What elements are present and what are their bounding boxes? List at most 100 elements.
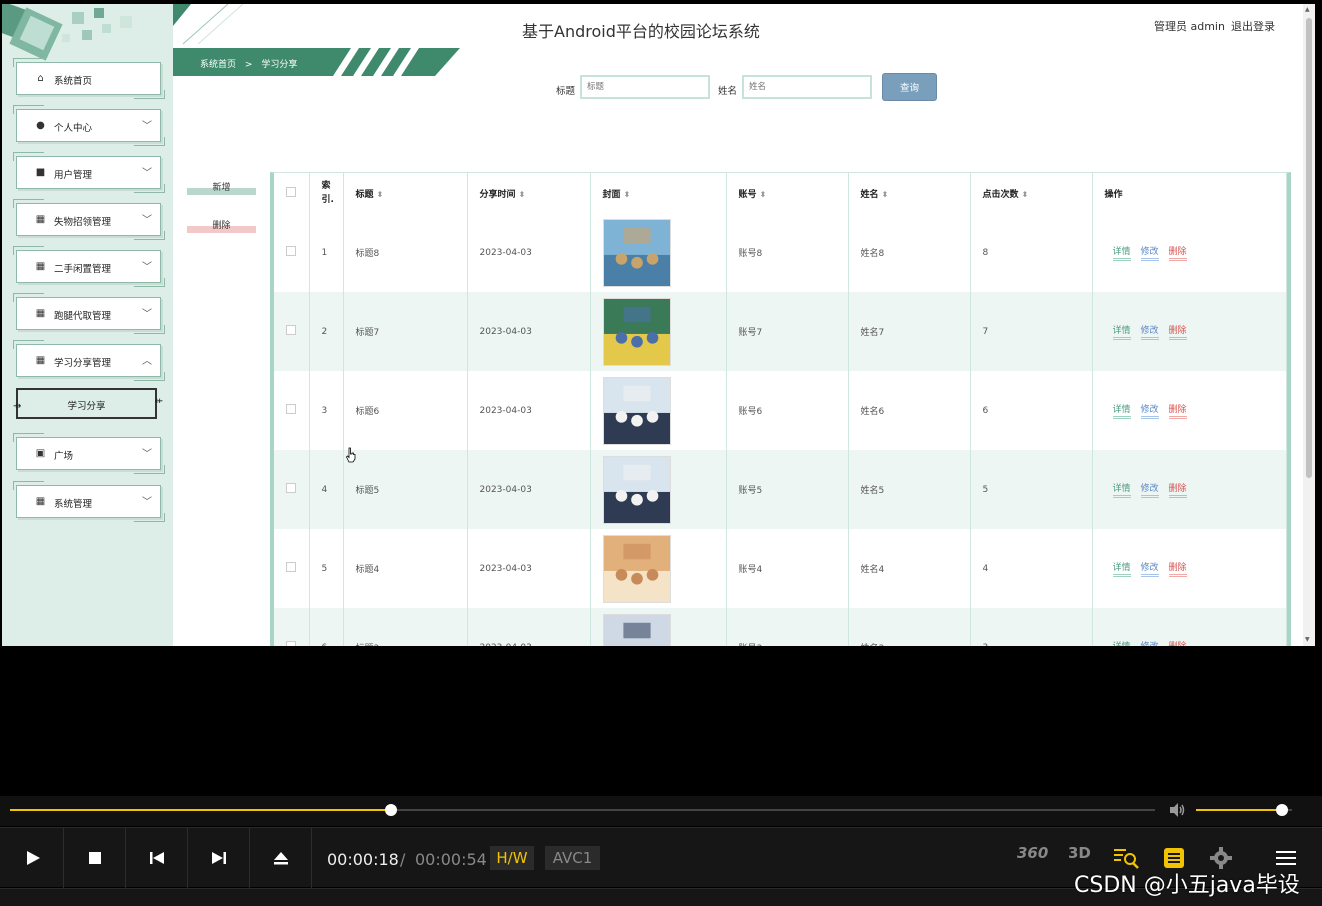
- search-button[interactable]: 查询: [882, 73, 937, 101]
- scroll-thumb[interactable]: [1306, 18, 1312, 478]
- detail-link[interactable]: 详情: [1112, 244, 1131, 261]
- volume-icon[interactable]: [1168, 802, 1186, 818]
- cover-image[interactable]: [602, 534, 671, 603]
- sort-icon[interactable]: ⬍: [760, 190, 767, 199]
- cover-image[interactable]: [602, 218, 671, 287]
- header-actions: 操作: [1092, 173, 1287, 213]
- sort-icon[interactable]: ⬍: [377, 190, 384, 199]
- row-checkbox[interactable]: [286, 562, 297, 572]
- sidebar-item-1[interactable]: ● 个人中心 ﹀: [13, 105, 165, 146]
- row-checkbox[interactable]: [286, 325, 297, 335]
- page-scrollbar[interactable]: ▲ ▼: [1303, 4, 1315, 646]
- delete-link[interactable]: 删除: [1168, 323, 1187, 340]
- detail-link[interactable]: 详情: [1113, 639, 1131, 646]
- submenu-label: 学习分享: [67, 401, 106, 412]
- next-button[interactable]: [188, 828, 250, 888]
- header-clicks[interactable]: 点击次数 ⬍: [970, 173, 1093, 213]
- watermark: CSDN @小五java毕设: [1074, 873, 1300, 898]
- sort-icon[interactable]: ⬍: [624, 190, 631, 199]
- stop-button[interactable]: [64, 828, 126, 888]
- seek-track[interactable]: [10, 804, 1155, 816]
- sidebar-item-6[interactable]: ▦ 学习分享管理 ︿: [13, 340, 165, 381]
- cell-title: 标题7: [343, 292, 468, 371]
- hw-decode-badge[interactable]: H/W: [490, 846, 534, 870]
- name-search-input[interactable]: [742, 75, 872, 99]
- sidebar-item-0[interactable]: ⌂ 系统首页: [13, 58, 165, 99]
- header-time[interactable]: 分享时间 ⬍: [467, 173, 591, 213]
- table-header-row: 索引. 标题 ⬍ 分享时间 ⬍ 封面 ⬍ 账号 ⬍ 姓名 ⬍ 点击次数 ⬍ 操作: [274, 173, 1287, 213]
- eject-button[interactable]: [250, 828, 312, 888]
- breadcrumb-separator: >: [244, 60, 253, 70]
- cover-image[interactable]: [602, 376, 671, 445]
- cell-actions: 详情修改删除: [1092, 292, 1287, 371]
- user-icon: ●: [36, 120, 45, 131]
- delete-button[interactable]: 删除: [187, 219, 256, 233]
- header-cover[interactable]: 封面 ⬍: [590, 173, 727, 213]
- volume-knob[interactable]: [1276, 804, 1289, 816]
- row-checkbox[interactable]: [286, 246, 297, 256]
- cell-cover: [590, 371, 727, 450]
- delete-link[interactable]: 删除: [1169, 639, 1187, 646]
- chevron-down-icon: ﹀: [142, 449, 152, 460]
- sidebar-item-4[interactable]: ▦ 二手闲置管理 ﹀: [13, 246, 165, 287]
- scroll-up-icon[interactable]: ▲: [1305, 6, 1310, 13]
- previous-button[interactable]: [126, 828, 188, 888]
- delete-link[interactable]: 删除: [1168, 560, 1187, 577]
- sidebar-item-3[interactable]: ▦ 失物招领管理 ﹀: [13, 199, 165, 240]
- sort-icon[interactable]: ⬍: [1022, 190, 1029, 199]
- sidebar-item-7[interactable]: ▣ 广场 ﹀: [13, 433, 165, 474]
- sort-icon[interactable]: ⬍: [882, 190, 889, 199]
- table-row: 6标题32023-04-03 账号3姓名33 详情 修改 删除: [274, 608, 1287, 646]
- cover-image[interactable]: [602, 297, 671, 366]
- detail-link[interactable]: 详情: [1112, 560, 1131, 577]
- edit-link[interactable]: 修改: [1140, 244, 1159, 261]
- sidebar: ⌂ 系统首页 ● 个人中心 ﹀ ■ 用户管理 ﹀ ▦ 失物招领管理 ﹀ ▦ 二手闲置管理 ﹀ ▦ 跑腿代取管理…: [2, 4, 173, 646]
- header-index-line2: 引.: [321, 195, 334, 205]
- breadcrumb-home[interactable]: 系统首页: [200, 60, 236, 70]
- delete-link[interactable]: 删除: [1168, 481, 1187, 498]
- header-name[interactable]: 姓名 ⬍: [848, 173, 971, 213]
- edit-link[interactable]: 修改: [1140, 323, 1159, 340]
- play-button[interactable]: [2, 828, 64, 888]
- delete-link[interactable]: 删除: [1168, 402, 1187, 419]
- sidebar-item-5[interactable]: ▦ 跑腿代取管理 ﹀: [13, 293, 165, 334]
- chevron-down-icon: ﹀: [142, 497, 152, 508]
- seek-knob[interactable]: [385, 804, 398, 816]
- header-title[interactable]: 标题 ⬍: [343, 173, 468, 213]
- row-checkbox[interactable]: [286, 404, 297, 414]
- grid-icon: ▦: [35, 308, 46, 319]
- title-search-input[interactable]: [580, 75, 710, 99]
- row-checkbox[interactable]: [286, 483, 297, 493]
- edit-link[interactable]: 修改: [1140, 560, 1159, 577]
- submenu-item-learning-share[interactable]: ⇸ 学习分享 ⇷: [13, 388, 163, 419]
- vr-360-icon[interactable]: 360: [1017, 844, 1048, 872]
- volume-track[interactable]: [1196, 804, 1292, 816]
- sidebar-item-label: 失物招领管理: [54, 217, 112, 228]
- row-select-cell: [274, 608, 310, 646]
- grid-icon: ▦: [35, 214, 46, 225]
- sidebar-item-label: 个人中心: [54, 123, 93, 134]
- skip-forward-icon: [211, 852, 226, 864]
- edit-link[interactable]: 修改: [1140, 402, 1159, 419]
- detail-link[interactable]: 详情: [1112, 323, 1131, 340]
- edit-link[interactable]: 修改: [1140, 481, 1159, 498]
- chevron-down-icon: ﹀: [142, 262, 152, 273]
- cell-cover: [590, 213, 727, 292]
- edit-link[interactable]: 修改: [1141, 639, 1159, 646]
- select-all-checkbox[interactable]: [286, 186, 297, 197]
- detail-link[interactable]: 详情: [1112, 481, 1131, 498]
- cover-image[interactable]: [602, 455, 671, 524]
- cover-image[interactable]: [602, 613, 671, 647]
- sort-icon[interactable]: ⬍: [519, 190, 526, 199]
- table-row: 1 标题8 2023-04-03 账号8 姓名8 8 详情 修改 删除: [274, 213, 1287, 292]
- grid-icon: ▦: [35, 355, 46, 366]
- add-button[interactable]: 新增: [187, 181, 256, 195]
- logout-link[interactable]: 退出登录: [1231, 20, 1275, 33]
- delete-link[interactable]: 删除: [1168, 244, 1187, 261]
- detail-link[interactable]: 详情: [1112, 402, 1131, 419]
- data-table: 索引. 标题 ⬍ 分享时间 ⬍ 封面 ⬍ 账号 ⬍ 姓名 ⬍ 点击次数 ⬍ 操作 1 标题8 2…: [270, 172, 1291, 646]
- sidebar-item-2[interactable]: ■ 用户管理 ﹀: [13, 152, 165, 193]
- scroll-down-icon[interactable]: ▼: [1305, 636, 1310, 643]
- header-account[interactable]: 账号 ⬍: [726, 173, 849, 213]
- sidebar-item-8[interactable]: ▦ 系统管理 ﹀: [13, 481, 165, 522]
